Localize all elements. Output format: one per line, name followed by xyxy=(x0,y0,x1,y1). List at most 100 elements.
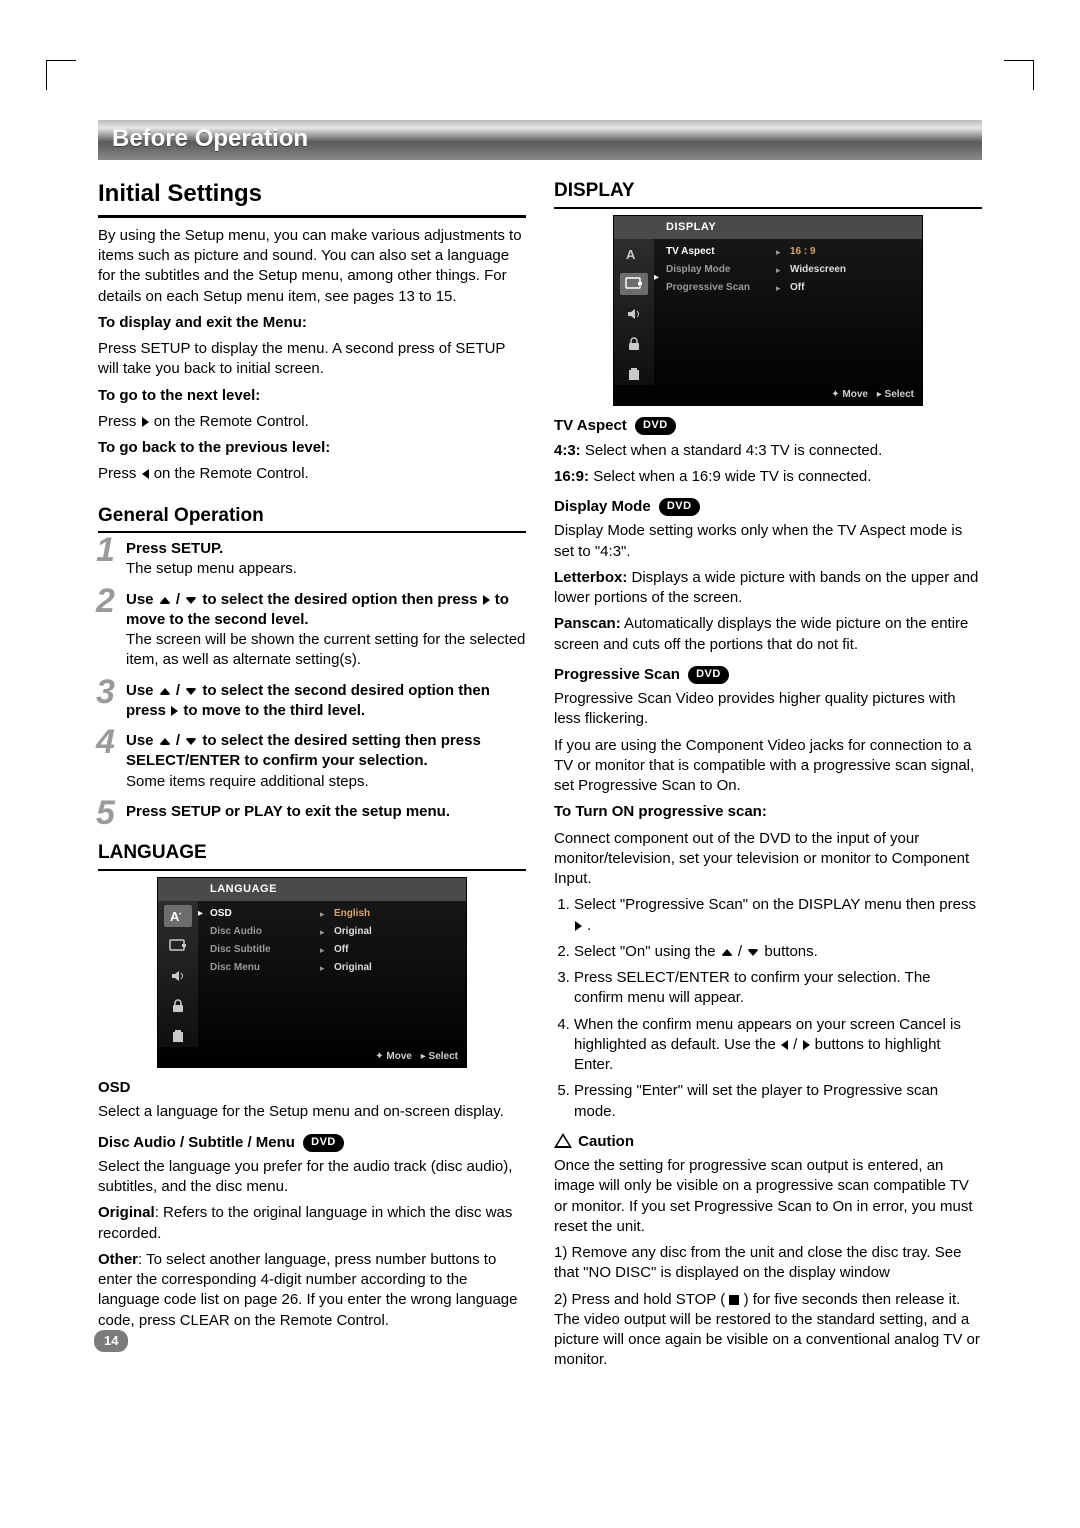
down-arrow-icon xyxy=(185,597,197,604)
original-text: Original: Refers to the original languag… xyxy=(98,1203,526,1244)
right-column: DISPLAY DISPLAY A xyxy=(554,174,982,1376)
dvd-badge: DVD xyxy=(635,417,676,435)
osd-sidebar-tabs: A• xyxy=(158,901,198,1047)
down-arrow-icon xyxy=(185,688,197,695)
tv-aspect-43: 4:3: Select when a standard 4:3 TV is co… xyxy=(554,441,982,461)
display-exit-text: Press SETUP to display the menu. A secon… xyxy=(98,339,526,380)
text: Remove any disc from the unit and close … xyxy=(554,1244,961,1281)
pscan-text-1: Progressive Scan Video provides higher q… xyxy=(554,689,982,730)
letterbox-text: Letterbox: Displays a wide picture with … xyxy=(554,568,982,609)
down-arrow-icon xyxy=(747,949,759,956)
osd-row-label: TV Aspect xyxy=(666,245,776,259)
text: Panscan: xyxy=(554,615,621,632)
text: to move to the third level. xyxy=(183,702,365,719)
left-arrow-icon xyxy=(142,469,149,479)
osd-sidebar-tabs: A xyxy=(614,239,654,385)
osd-row-value: Original xyxy=(334,961,372,975)
step-2-text: The screen will be shown the current set… xyxy=(126,631,525,668)
caution-icon: ! xyxy=(554,1133,572,1148)
step-number: 1 xyxy=(96,533,115,567)
osd-row-value: Widescreen xyxy=(790,263,846,277)
step-2: 2 Use / to select the desired option the… xyxy=(98,590,526,671)
text: : To select another language, press numb… xyxy=(98,1251,517,1329)
osd-row: TV Aspect ▸ 16 : 9 xyxy=(666,243,916,261)
text: Caution xyxy=(578,1133,634,1150)
svg-text:A: A xyxy=(626,247,636,262)
display-mode-text: Display Mode setting works only when the… xyxy=(554,521,982,562)
disc-audio-text: Select the language you prefer for the a… xyxy=(98,1157,526,1198)
pscan-on-text: Connect component out of the DVD to the … xyxy=(554,829,982,890)
up-arrow-icon xyxy=(159,688,171,695)
heading-caution: ! Caution xyxy=(554,1132,982,1152)
osd-row-value: Off xyxy=(790,281,804,295)
osd-row-value: English xyxy=(334,907,370,921)
text: Letterbox: xyxy=(554,569,627,586)
osd-row-value: Off xyxy=(334,943,348,957)
next-level-text: Press on the Remote Control. xyxy=(98,412,526,432)
svg-text:•: • xyxy=(179,912,181,918)
osd-row: Display Mode ▸ Widescreen xyxy=(666,261,916,279)
osd-row-value: 16 : 9 xyxy=(790,245,816,259)
osd-language-panel: LANGUAGE A• xyxy=(157,877,467,1068)
step-2-bold: Use / to select the desired option then … xyxy=(126,591,509,628)
right-arrow-icon xyxy=(483,595,490,605)
list-item: Select "Progressive Scan" on the DISPLAY… xyxy=(574,895,982,936)
step-5-bold: Press SETUP or PLAY to exit the setup me… xyxy=(126,803,450,820)
right-arrow-icon xyxy=(575,921,582,931)
step-4-bold: Use / to select the desired setting then… xyxy=(126,732,481,769)
osd-footer: ✦ Move ▸ Select xyxy=(614,385,922,406)
page-content: Before Operation Initial Settings By usi… xyxy=(98,120,982,1377)
osd-tab-audio-icon xyxy=(164,965,192,987)
step-1-bold: Press SETUP. xyxy=(126,540,223,557)
osd-tab-lock-icon xyxy=(620,333,648,355)
osd-row-label: Disc Subtitle xyxy=(210,943,320,957)
step-1: 1 Press SETUP. The setup menu appears. xyxy=(98,539,526,580)
select-hint: ▸ Select xyxy=(421,1050,458,1064)
text: / xyxy=(793,1036,801,1053)
osd-rows: OSD ▸ English Disc Audio ▸ Original Disc… xyxy=(206,901,466,1047)
crop-mark-tl xyxy=(46,60,76,90)
up-arrow-icon xyxy=(159,597,171,604)
osd-tab-language-icon: A• xyxy=(164,905,192,927)
heading-disc-audio: Disc Audio / Subtitle / Menu DVD xyxy=(98,1133,526,1153)
step-number: 5 xyxy=(96,796,115,830)
right-arrow-icon: ▸ xyxy=(776,282,790,294)
right-arrow-icon: ▸ xyxy=(776,264,790,276)
osd-rows: TV Aspect ▸ 16 : 9 Display Mode ▸ Widesc… xyxy=(662,239,922,385)
heading-general-operation: General Operation xyxy=(98,503,526,534)
text: Select when a 16:9 wide TV is connected. xyxy=(589,468,871,485)
pscan-steps-list: Select "Progressive Scan" on the DISPLAY… xyxy=(554,895,982,1122)
osd-title: LANGUAGE xyxy=(158,878,466,901)
display-exit-heading: To display and exit the Menu: xyxy=(98,314,307,331)
text: Original xyxy=(98,1204,155,1221)
osd-tab-language-icon: A xyxy=(620,243,648,265)
next-level-heading: To go to the next level: xyxy=(98,387,260,404)
heading-tv-aspect: TV Aspect DVD xyxy=(554,416,982,436)
text: Press xyxy=(98,413,141,430)
right-arrow-icon xyxy=(171,706,178,716)
step-number: 3 xyxy=(96,675,115,709)
text: buttons. xyxy=(764,943,817,960)
step-4-text: Some items require additional steps. xyxy=(126,773,369,790)
text: / xyxy=(176,732,184,749)
prev-level-heading: To go back to the previous level: xyxy=(98,439,330,456)
dvd-badge: DVD xyxy=(303,1134,344,1152)
text: on the Remote Control. xyxy=(154,465,309,482)
step-number: 2 xyxy=(96,584,115,618)
osd-tab-pointer-icon: ▸ xyxy=(654,239,662,385)
move-hint: ✦ Move xyxy=(375,1050,412,1064)
crop-mark-tr xyxy=(1004,60,1034,90)
right-arrow-icon: ▸ xyxy=(320,944,334,956)
text: Other xyxy=(98,1251,138,1268)
text: Select "Progressive Scan" on the DISPLAY… xyxy=(574,896,976,913)
right-arrow-icon: ▸ xyxy=(776,246,790,258)
text: on the Remote Control. xyxy=(154,413,309,430)
left-column: Initial Settings By using the Setup menu… xyxy=(98,174,526,1376)
text: Use xyxy=(126,591,158,608)
heading-language: LANGUAGE xyxy=(98,840,526,871)
page-number-badge: 14 xyxy=(94,1330,128,1352)
osd-row-value: Original xyxy=(334,925,372,939)
step-3-bold: Use / to select the second desired optio… xyxy=(126,682,490,719)
initial-settings-intro: By using the Setup menu, you can make va… xyxy=(98,226,526,307)
step-3: 3 Use / to select the second desired opt… xyxy=(98,681,526,722)
